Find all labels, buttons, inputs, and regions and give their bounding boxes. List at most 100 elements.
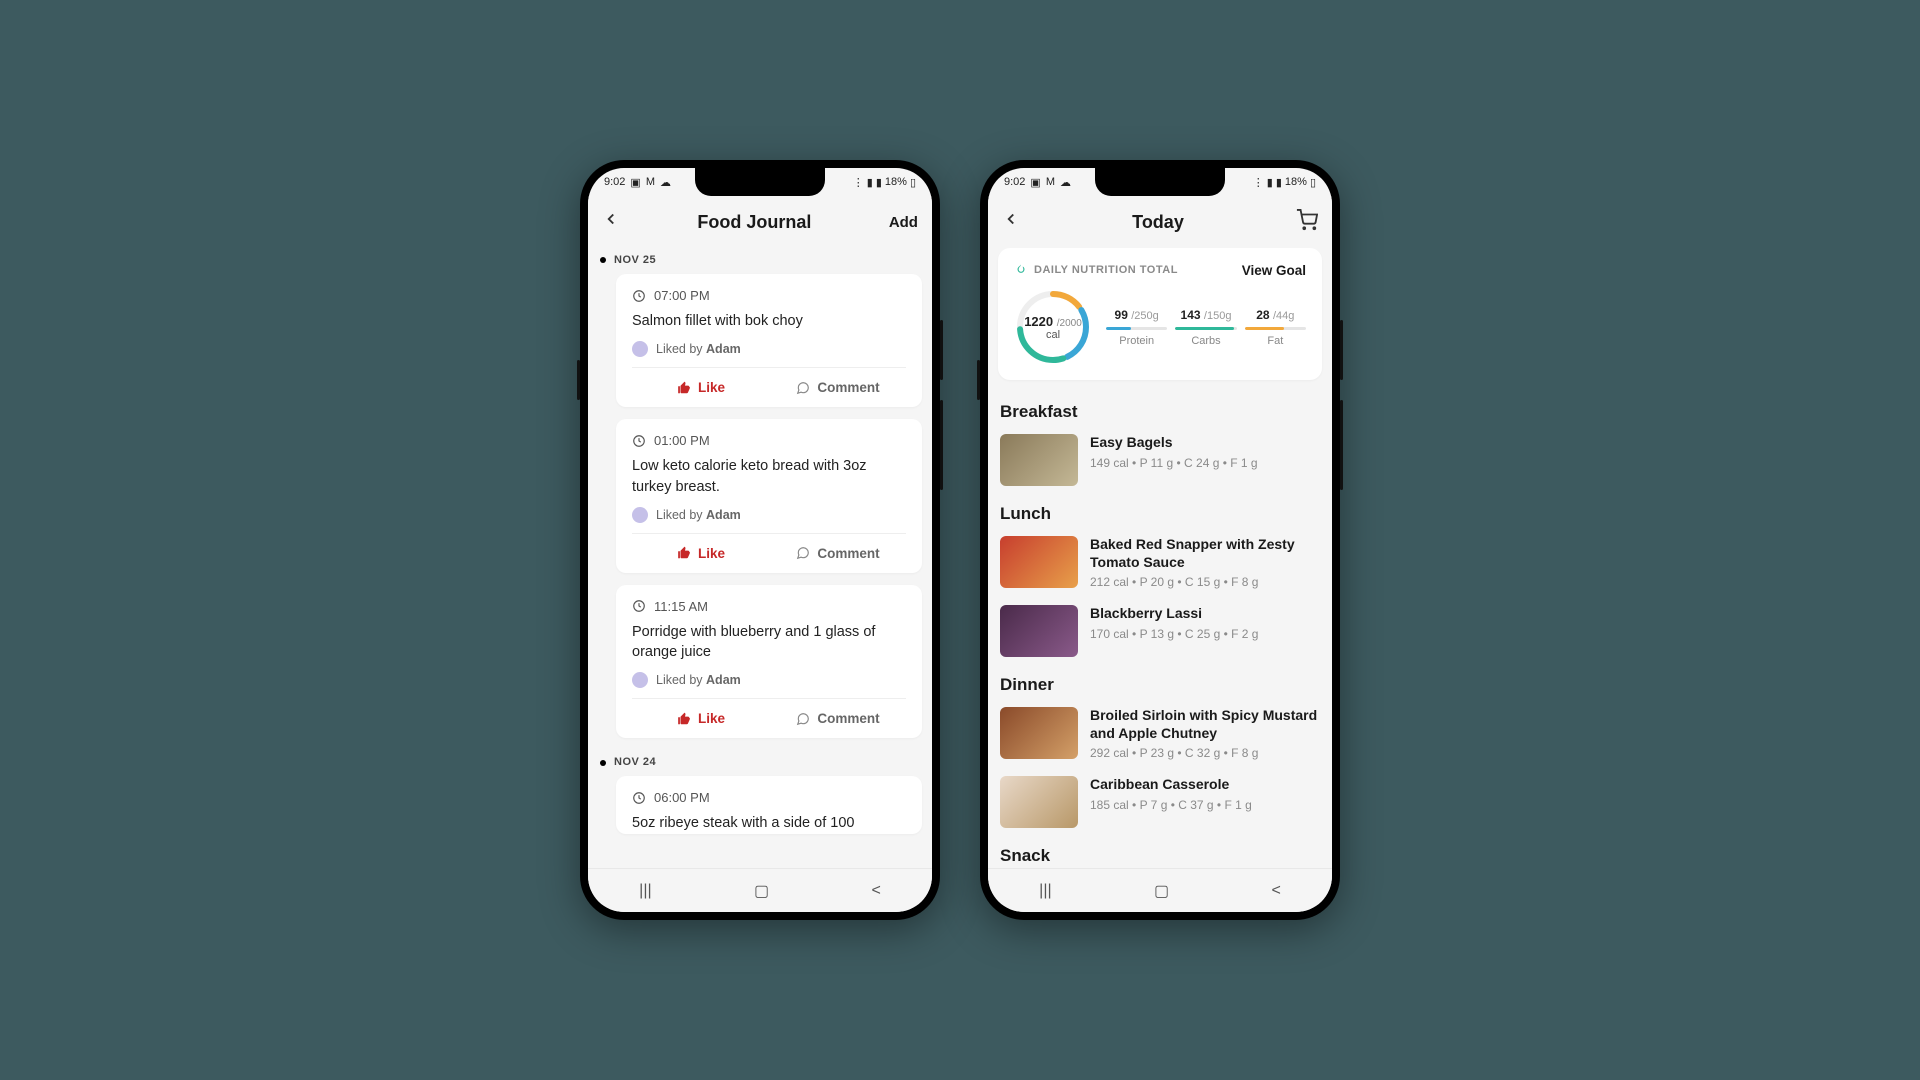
meal-image: [1000, 707, 1078, 759]
image-icon: ▣: [630, 176, 640, 189]
like-button[interactable]: Like: [632, 534, 769, 573]
clock-icon: [632, 599, 646, 613]
back-nav-button[interactable]: <: [871, 882, 880, 900]
like-button[interactable]: Like: [632, 699, 769, 738]
journal-entry[interactable]: 01:00 PM Low keto calorie keto bread with…: [616, 419, 922, 573]
clock-icon: [632, 791, 646, 805]
android-navbar: ||| ▢ <: [588, 868, 932, 912]
entry-description: 5oz ribeye steak with a side of 100: [632, 813, 906, 833]
macro-label: Fat: [1245, 335, 1306, 347]
cloud-icon: ☁: [660, 176, 671, 189]
meal-item[interactable]: Blackberry Lassi 170 cal • P 13 g • C 25 …: [998, 601, 1322, 669]
signal-icon: ▮: [876, 176, 882, 189]
journal-entry[interactable]: 06:00 PM5oz ribeye steak with a side of …: [616, 776, 922, 833]
comment-button[interactable]: Comment: [769, 534, 906, 573]
mail-icon: M: [1046, 176, 1055, 188]
status-time: 9:02: [604, 176, 625, 188]
signal-icon: ▮: [867, 176, 873, 189]
nutrition-label: DAILY NUTRITION TOTAL: [1014, 262, 1178, 278]
android-navbar: ||| ▢ <: [988, 868, 1332, 912]
liked-by-row: Liked by Adam: [632, 341, 906, 357]
entry-time: 01:00 PM: [654, 433, 710, 448]
battery-icon: ▯: [910, 176, 916, 189]
comment-icon: [795, 712, 811, 726]
avatar: [632, 672, 648, 688]
liked-by-row: Liked by Adam: [632, 507, 906, 523]
thumb-up-icon: [676, 381, 692, 395]
meal-image: [1000, 605, 1078, 657]
meal-stats: 149 cal • P 11 g • C 24 g • F 1 g: [1090, 456, 1258, 470]
meal-name: Caribbean Casserole: [1090, 776, 1252, 794]
entry-description: Salmon fillet with bok choy: [632, 311, 906, 331]
meal-item[interactable]: Caribbean Casserole 185 cal • P 7 g • C 3…: [998, 772, 1322, 840]
section-title: Snack: [998, 840, 1322, 868]
meal-item[interactable]: Broiled Sirloin with Spicy Mustard and A…: [998, 703, 1322, 772]
meal-image: [1000, 776, 1078, 828]
comment-icon: [795, 546, 811, 560]
cloud-icon: ☁: [1060, 176, 1071, 189]
clock-icon: [632, 434, 646, 448]
macro-label: Protein: [1106, 335, 1167, 347]
mail-icon: M: [646, 176, 655, 188]
macro-max: /250g: [1131, 310, 1159, 322]
date-label: NOV 24: [598, 750, 922, 776]
meal-name: Blackberry Lassi: [1090, 605, 1258, 623]
meal-name: Broiled Sirloin with Spicy Mustard and A…: [1090, 707, 1320, 742]
macro-max: /44g: [1273, 310, 1294, 322]
home-button[interactable]: ▢: [754, 881, 769, 901]
cart-button[interactable]: [1296, 209, 1318, 236]
meal-image: [1000, 434, 1078, 486]
avatar: [632, 507, 648, 523]
battery-pct: 18%: [1285, 176, 1307, 188]
comment-button[interactable]: Comment: [769, 368, 906, 407]
back-button[interactable]: [602, 210, 620, 234]
thumb-up-icon: [676, 546, 692, 560]
signal-icon: ▮: [1276, 176, 1282, 189]
today-content[interactable]: DAILY NUTRITION TOTAL View Goal 1220: [988, 248, 1332, 868]
meal-item[interactable]: Easy Bagels149 cal • P 11 g • C 24 g • F…: [998, 430, 1322, 498]
wifi-icon: ⋮: [853, 176, 864, 189]
macro-max: /150g: [1204, 310, 1232, 322]
journal-content[interactable]: NOV 2507:00 PMSalmon fillet with bok cho…: [588, 248, 932, 868]
meal-stats: 170 cal • P 13 g • C 25 g • F 2 g: [1090, 627, 1258, 641]
calorie-ring: 1220 /2000 cal: [1014, 288, 1092, 366]
calorie-value: 1220: [1024, 314, 1053, 329]
entry-description: Porridge with blueberry and 1 glass of o…: [632, 622, 906, 663]
meal-item[interactable]: Baked Red Snapper with Zesty Tomato Sauc…: [998, 532, 1322, 601]
avatar: [632, 341, 648, 357]
app-header: Today: [988, 196, 1332, 248]
home-button[interactable]: ▢: [1154, 881, 1169, 901]
view-goal-button[interactable]: View Goal: [1242, 263, 1306, 278]
app-header: Food Journal Add: [588, 196, 932, 248]
entry-description: Low keto calorie keto bread with 3oz tur…: [632, 456, 906, 497]
thumb-up-icon: [676, 712, 692, 726]
meal-stats: 212 cal • P 20 g • C 15 g • F 8 g: [1090, 575, 1320, 589]
add-button[interactable]: Add: [889, 214, 918, 231]
back-button[interactable]: [1002, 210, 1020, 234]
macro-value: 143: [1181, 308, 1201, 322]
date-label: NOV 25: [598, 248, 922, 274]
battery-pct: 18%: [885, 176, 907, 188]
wifi-icon: ⋮: [1253, 176, 1264, 189]
macro-fat: 28 /44gFat: [1245, 308, 1306, 347]
comment-button[interactable]: Comment: [769, 699, 906, 738]
recents-button[interactable]: |||: [639, 882, 651, 900]
page-title: Food Journal: [697, 212, 811, 233]
phone-food-journal: 9:02 ▣ M ☁ ⋮ ▮ ▮ 18% ▯ Food Journal Add …: [580, 160, 940, 920]
journal-entry[interactable]: 11:15 AMPorridge with blueberry and 1 gl…: [616, 585, 922, 739]
macro-value: 99: [1115, 308, 1128, 322]
meal-stats: 185 cal • P 7 g • C 37 g • F 1 g: [1090, 798, 1252, 812]
like-button[interactable]: Like: [632, 368, 769, 407]
section-title: Breakfast: [998, 396, 1322, 430]
flame-icon: [1014, 262, 1028, 278]
image-icon: ▣: [1030, 176, 1040, 189]
phone-today: 9:02 ▣ M ☁ ⋮ ▮ ▮ 18% ▯ Today: [980, 160, 1340, 920]
recents-button[interactable]: |||: [1039, 882, 1051, 900]
back-nav-button[interactable]: <: [1271, 882, 1280, 900]
battery-icon: ▯: [1310, 176, 1316, 189]
macro-protein: 99 /250g Protein: [1106, 308, 1167, 347]
journal-entry[interactable]: 07:00 PMSalmon fillet with bok choyLiked…: [616, 274, 922, 407]
clock-icon: [632, 289, 646, 303]
section-title: Lunch: [998, 498, 1322, 532]
nutrition-card: DAILY NUTRITION TOTAL View Goal 1220: [998, 248, 1322, 380]
